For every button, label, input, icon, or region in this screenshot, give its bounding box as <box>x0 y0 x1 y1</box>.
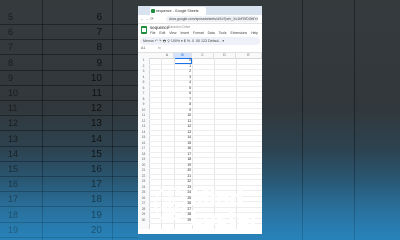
background-cell-value: 14 <box>90 133 102 145</box>
grid-line <box>149 85 262 87</box>
menu-view[interactable]: View <box>169 31 176 35</box>
grid-line <box>149 113 262 114</box>
column-header[interactable]: D <box>214 53 236 58</box>
background-cell-value: 9 <box>96 57 102 69</box>
nav-arrows-icon[interactable]: ← → ⟳ <box>140 16 154 22</box>
grid-line <box>149 162 262 164</box>
background-row-number: 13 <box>8 133 19 144</box>
menu-bar: File Edit View Insert Format Data Tools … <box>150 31 261 35</box>
watermark-word-2: Luster <box>190 206 259 230</box>
grid-line <box>149 151 262 153</box>
url-field[interactable]: docs.google.com/spreadsheets/d/1bTpeh_Xo… <box>166 16 258 22</box>
menu-insert[interactable]: Insert <box>180 31 188 35</box>
grid-line <box>149 146 262 147</box>
brain-circuit-icon <box>153 186 187 221</box>
background-cell-value: 12 <box>90 103 102 115</box>
grid-line <box>149 107 262 109</box>
fx-icon: fx <box>158 46 161 50</box>
saved-status: Saved to Drive <box>168 25 191 29</box>
sheet-header: sequence Saved to Drive File Edit View I… <box>138 24 262 37</box>
background-row-number: 12 <box>8 118 19 129</box>
grid-line <box>149 118 262 120</box>
mind-luster-watermark: Mind Luster <box>152 184 272 234</box>
formula-bar: A1 fx <box>138 45 262 53</box>
grid-line <box>149 157 262 158</box>
browser-tab[interactable]: sequence - Google Sheets <box>150 7 206 15</box>
background-cell-value: 7 <box>96 27 102 39</box>
background-row-number: 6 <box>8 27 14 38</box>
watermark-word-1: Mind <box>190 186 244 210</box>
column-header[interactable]: E <box>236 53 262 58</box>
background-cell-value: 8 <box>96 42 102 54</box>
column-header[interactable]: C <box>192 53 214 58</box>
background-cell-value: 10 <box>90 72 102 84</box>
grid-line <box>149 63 262 65</box>
grid-line <box>149 129 262 131</box>
grid-line <box>149 135 262 136</box>
background-row-number: 9 <box>8 72 14 83</box>
sheets-favicon-icon <box>151 9 155 13</box>
menu-tools[interactable]: Tools <box>219 31 227 35</box>
toolbar[interactable]: Menus ↶ ↷ 🖶 ⚲ 100% ▾ $ % .0 .00 123 Defa… <box>140 37 260 45</box>
grid-line <box>149 168 262 169</box>
address-bar-row: ← → ⟳ docs.google.com/spreadsheets/d/1bT… <box>138 15 262 24</box>
background-row-number: 8 <box>8 57 14 68</box>
background-cell-value: 6 <box>96 12 102 23</box>
background-cell-value: 13 <box>90 118 102 130</box>
grid-line <box>149 124 262 125</box>
menu-help[interactable]: Help <box>251 31 258 35</box>
column-header-row: ABCDE <box>138 53 262 59</box>
background-row-number: 10 <box>8 88 19 98</box>
sheets-logo-icon[interactable] <box>141 26 147 34</box>
menu-data[interactable]: Data <box>208 31 215 35</box>
grid-line <box>149 173 262 175</box>
grid-line <box>149 80 262 81</box>
grid-line <box>149 74 262 76</box>
grid-line <box>149 96 262 98</box>
column-header[interactable]: A <box>161 53 174 58</box>
menu-edit[interactable]: Edit <box>159 31 165 35</box>
tab-title: sequence - Google Sheets <box>156 9 199 13</box>
name-box[interactable]: A1 <box>141 45 145 52</box>
grid-line <box>149 69 262 70</box>
menu-file[interactable]: File <box>150 31 155 35</box>
grid-line <box>149 91 262 92</box>
grid-line <box>149 140 262 142</box>
document-title[interactable]: sequence <box>150 25 169 30</box>
grid-line <box>149 102 262 103</box>
browser-titlebar: sequence - Google Sheets <box>138 6 262 15</box>
background-cell-value: 11 <box>91 88 102 99</box>
grid-line <box>149 179 262 180</box>
background-row-number: 7 <box>8 42 14 53</box>
menu-extensions[interactable]: Extensions <box>231 31 248 35</box>
background-row-number: 5 <box>8 12 14 22</box>
menu-format[interactable]: Format <box>193 31 204 35</box>
background-row-number: 11 <box>8 103 18 114</box>
row-number[interactable]: 30 <box>138 218 149 224</box>
